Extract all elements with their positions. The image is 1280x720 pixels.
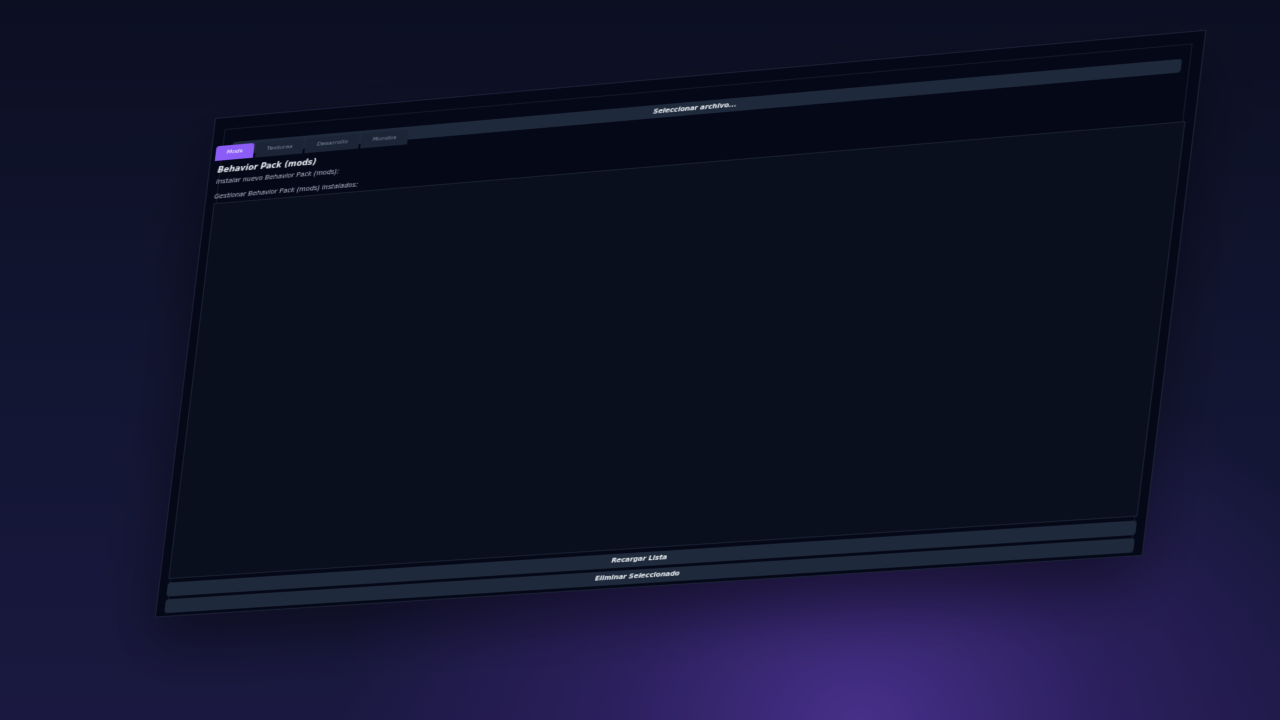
- stage: Seleccionar archivo... Mods Texturas Des…: [0, 0, 1280, 720]
- app-window: Seleccionar archivo... Mods Texturas Des…: [154, 29, 1207, 618]
